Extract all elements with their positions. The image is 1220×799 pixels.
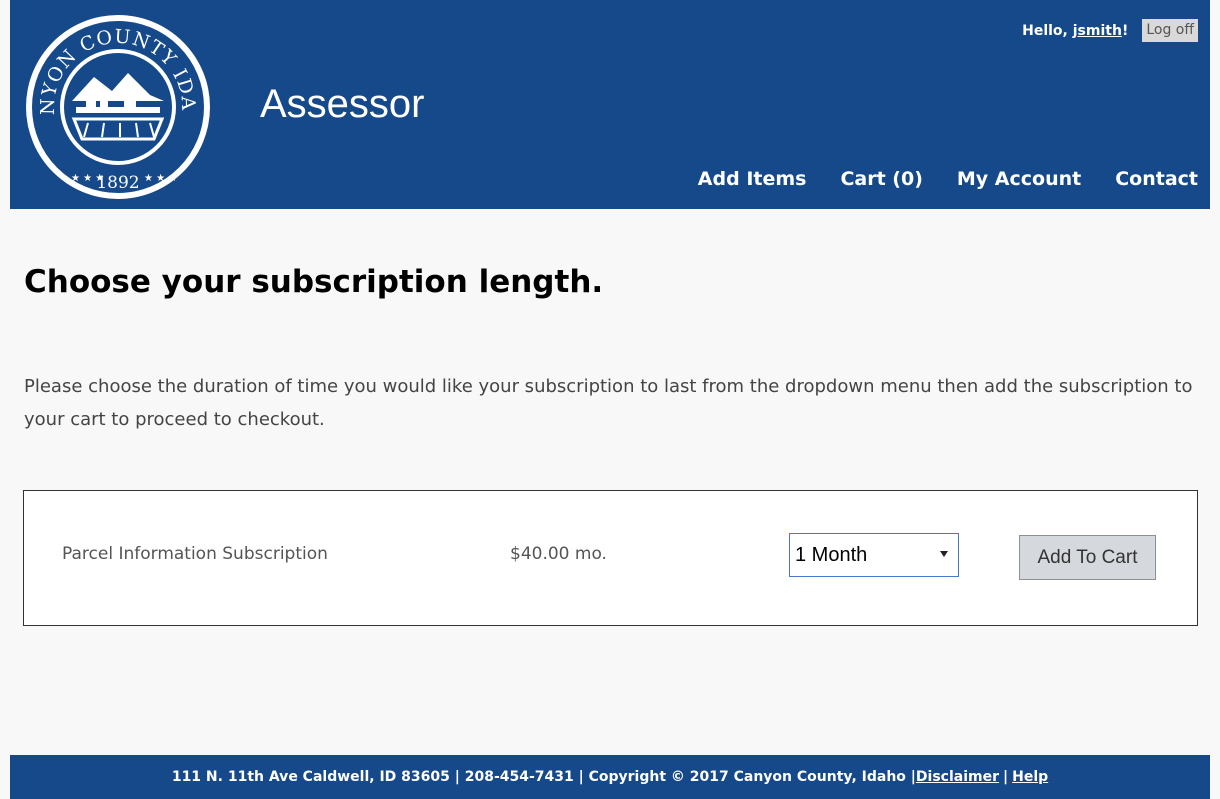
page-title: Choose your subscription length. [24, 264, 604, 300]
intro-text: Please choose the duration of time you w… [24, 376, 1193, 430]
app-title: Assessor [260, 82, 425, 126]
site-footer: 111 N. 11th Ave Caldwell, ID 83605 | 208… [10, 755, 1210, 799]
duration-select[interactable]: 1 Month [789, 533, 959, 577]
nav-contact[interactable]: Contact [1115, 168, 1198, 190]
username-link[interactable]: jsmith [1073, 23, 1122, 39]
county-seal-logo[interactable]: CANYON COUNTY IDAHO 1892 ★ ★ ★ ★ ★ ★ [24, 11, 212, 203]
chevron-down-icon [940, 551, 948, 557]
subscription-row: Parcel Information Subscription $40.00 m… [23, 490, 1198, 626]
duration-selected-value: 1 Month [795, 543, 868, 566]
user-bar: Hello, jsmith! Log off [1022, 19, 1198, 42]
footer-info: 111 N. 11th Ave Caldwell, ID 83605 | 208… [171, 769, 916, 785]
product-name: Parcel Information Subscription [62, 544, 328, 564]
nav-my-account[interactable]: My Account [957, 168, 1081, 190]
greeting-text: Hello, jsmith! [1022, 22, 1129, 39]
main-nav: Add Items Cart (0) My Account Contact [698, 168, 1198, 190]
svg-text:★ ★ ★: ★ ★ ★ [71, 173, 104, 184]
svg-text:★ ★ ★: ★ ★ ★ [144, 173, 177, 184]
footer-separator: | [1003, 769, 1009, 785]
site-header: CANYON COUNTY IDAHO 1892 ★ ★ ★ ★ ★ ★ Ass… [10, 0, 1210, 209]
help-link[interactable]: Help [1012, 769, 1048, 785]
product-price: $40.00 mo. [510, 544, 607, 564]
disclaimer-link[interactable]: Disclaimer [916, 769, 999, 785]
add-to-cart-button[interactable]: Add To Cart [1019, 535, 1156, 580]
page: CANYON COUNTY IDAHO 1892 ★ ★ ★ ★ ★ ★ Ass… [0, 0, 1220, 799]
logoff-button[interactable]: Log off [1142, 19, 1198, 42]
nav-cart[interactable]: Cart (0) [840, 168, 922, 190]
nav-add-items[interactable]: Add Items [698, 168, 807, 190]
